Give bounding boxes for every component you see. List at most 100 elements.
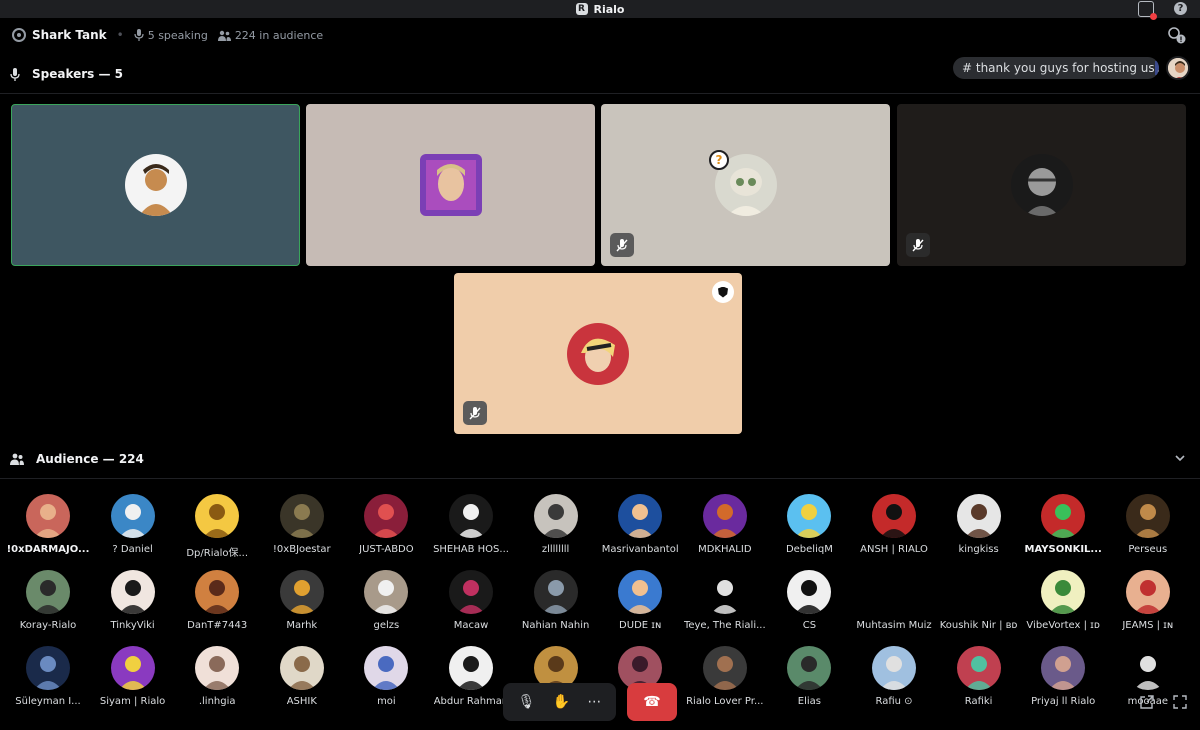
speaker-tile[interactable]: [306, 104, 595, 266]
help-icon[interactable]: ?: [1174, 2, 1187, 15]
audience-member[interactable]: Süleyman I...: [6, 642, 90, 718]
audience-member-name: Masrivanbantol: [601, 544, 679, 555]
stage-settings-icon[interactable]: [1166, 26, 1186, 44]
speakers-divider: [0, 93, 1200, 94]
audience-member[interactable]: Marhk: [260, 566, 344, 642]
leave-stage-button[interactable]: ☎: [627, 683, 677, 721]
audience-member-name: Muhtasim Muiz: [856, 620, 932, 631]
audience-member[interactable]: JEAMS | ɪɴ: [1106, 566, 1190, 642]
audience-member-name: kingkiss: [958, 544, 999, 555]
audience-member[interactable]: Teye, The Riali...: [683, 566, 767, 642]
audience-member[interactable]: gelzs: [344, 566, 428, 642]
audience-member[interactable]: moi: [344, 642, 428, 718]
audience-avatar: [533, 570, 578, 614]
audience-avatar: [787, 570, 832, 614]
inbox-icon[interactable]: [1138, 1, 1157, 20]
audience-avatar: [26, 494, 70, 538]
more-options-button[interactable]: ⋯: [587, 694, 601, 710]
audience-avatar: [872, 646, 916, 690]
audience-avatar: [110, 646, 155, 690]
speaker-avatar: [419, 154, 482, 216]
audience-member[interactable]: !0xBJoestar: [260, 490, 344, 566]
audience-member-name: Dp/Rialo保...: [186, 548, 249, 559]
audience-avatar: [279, 646, 324, 690]
audience-avatar: [279, 494, 324, 538]
audience-member[interactable]: !0xDARMAJO...: [6, 490, 90, 566]
audience-avatar: [787, 494, 832, 538]
audience-title: Audience — 224: [36, 452, 144, 466]
audience-member-name: Elias: [797, 696, 821, 707]
audience-avatar: [195, 494, 240, 538]
speaker-tile[interactable]: [897, 104, 1186, 266]
audience-member[interactable]: VibeVortex | ɪᴅ: [1021, 566, 1105, 642]
audience-member[interactable]: MAYSONKIL...: [1021, 490, 1105, 566]
audience-member[interactable]: MDKHALID: [683, 490, 767, 566]
audience-member[interactable]: Rialo Lover Pr...: [683, 642, 767, 718]
audience-member[interactable]: TinkyViki: [91, 566, 175, 642]
audience-member[interactable]: Perseus: [1106, 490, 1190, 566]
audience-member-name: Teye, The Riali...: [683, 620, 766, 631]
audience-member[interactable]: ASHIK: [260, 642, 344, 718]
audience-member[interactable]: Siyam | Rialo: [91, 642, 175, 718]
audience-avatar: [956, 646, 1001, 690]
raise-hand-button[interactable]: ✋: [553, 694, 570, 710]
mute-toggle-button[interactable]: 🎙: [518, 694, 536, 710]
audience-member[interactable]: Rafiki: [937, 642, 1021, 718]
fullscreen-icon[interactable]: [1171, 693, 1189, 711]
audience-member[interactable]: Dp/Rialo保...: [175, 490, 259, 566]
audience-avatar: [533, 494, 578, 538]
app-title: R Rialo: [575, 3, 625, 16]
audience-member[interactable]: Koray-Rialo: [6, 566, 90, 642]
audience-member[interactable]: .linhgia: [175, 642, 259, 718]
audience-avatar: [110, 570, 155, 614]
audience-member[interactable]: DebeliqM: [767, 490, 851, 566]
chat-preview-pill[interactable]: # thank you guys for hosting us ...: [953, 57, 1159, 79]
audience-member[interactable]: Koushik Nir | ʙᴅ: [937, 566, 1021, 642]
audience-member[interactable]: Macaw: [429, 566, 513, 642]
stage-name[interactable]: Shark Tank: [32, 28, 107, 42]
stage-controls: 🎙 ✋ ⋯: [503, 683, 616, 721]
audience-avatar: [1125, 494, 1170, 538]
speaker-tile[interactable]: [454, 273, 742, 434]
audience-avatar: [195, 570, 240, 614]
audience-member-name: Süleyman I...: [15, 696, 81, 707]
collapse-chevron-icon[interactable]: [1175, 452, 1185, 465]
audience-avatar: [702, 646, 747, 690]
audience-member[interactable]: ? Daniel: [91, 490, 175, 566]
audience-member[interactable]: Rafiu ⊙: [852, 642, 936, 718]
audience-member[interactable]: CS: [767, 566, 851, 642]
speaking-count: 5 speaking: [134, 29, 208, 42]
audience-member[interactable]: Nahian Nahin: [514, 566, 598, 642]
audience-avatar: [195, 646, 240, 690]
audience-member[interactable]: kingkiss: [937, 490, 1021, 566]
audience-member[interactable]: Elias: [767, 642, 851, 718]
muted-mic-icon: [610, 233, 634, 257]
speaker-tile[interactable]: [11, 104, 300, 266]
audience-member[interactable]: ANSH | RIALO: [852, 490, 936, 566]
audience-member[interactable]: Abdur Rahman: [429, 642, 513, 718]
audience-avatar: [1041, 646, 1086, 690]
audience-member[interactable]: DUDE ɪɴ: [598, 566, 682, 642]
audience-member[interactable]: JUST-ABDO: [344, 490, 428, 566]
audience-member[interactable]: Muhtasim Muiz: [852, 566, 936, 642]
audience-member-name: Rafiki: [964, 696, 993, 707]
speaking-count-text: 5 speaking: [147, 28, 208, 42]
audience-member[interactable]: Masrivanbantol: [598, 490, 682, 566]
self-avatar[interactable]: [1166, 56, 1190, 80]
audience-avatar: [364, 570, 409, 614]
audience-member[interactable]: Priyaj ll Rialo: [1021, 642, 1105, 718]
audience-member-name: JEAMS | ɪɴ: [1122, 620, 1174, 631]
audience-section-header[interactable]: Audience — 224: [0, 447, 1200, 471]
speaker-tile[interactable]: ?: [601, 104, 890, 266]
audience-avatar: [449, 646, 493, 690]
popout-icon[interactable]: [1138, 693, 1156, 711]
audience-avatar: [279, 570, 324, 614]
audience-member-name: gelzs: [373, 620, 400, 631]
audience-member[interactable]: SHEHAB HOS...: [429, 490, 513, 566]
audience-avatar: [787, 646, 832, 690]
audience-member-name: JUST-ABDO: [359, 544, 414, 555]
audience-member-name: ? Daniel: [112, 544, 153, 555]
audience-avatar: [110, 494, 155, 538]
audience-member[interactable]: DanT#7443: [175, 566, 259, 642]
audience-member[interactable]: zllllllll: [514, 490, 598, 566]
